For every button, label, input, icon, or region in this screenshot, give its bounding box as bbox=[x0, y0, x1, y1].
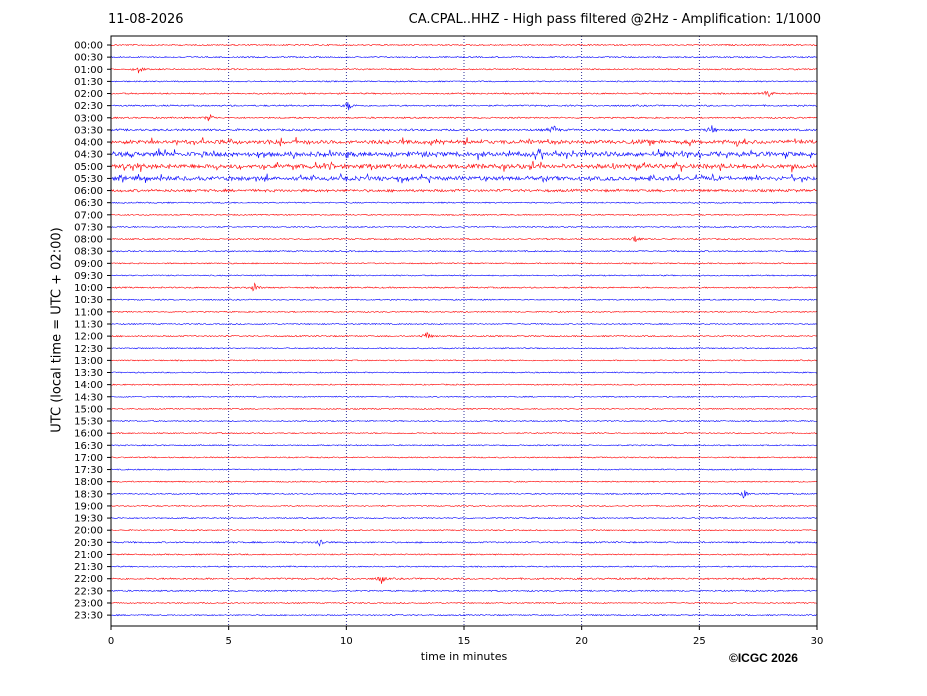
y-tick-label: 23:00 bbox=[74, 598, 103, 609]
trace-1930 bbox=[110, 516, 818, 520]
y-tick-label: 17:30 bbox=[74, 465, 103, 476]
trace-0730 bbox=[110, 225, 818, 229]
y-tick-label: 07:30 bbox=[74, 222, 103, 233]
y-tick-label: 13:00 bbox=[74, 356, 103, 367]
x-tick-label: 30 bbox=[811, 636, 824, 647]
trace-0900 bbox=[110, 262, 817, 265]
y-tick-label: 22:30 bbox=[74, 586, 103, 597]
y-tick-label: 01:00 bbox=[74, 65, 103, 76]
y-tick-label: 05:30 bbox=[74, 174, 103, 185]
trace-2300 bbox=[110, 601, 818, 605]
trace-2100 bbox=[110, 553, 818, 556]
y-tick-label: 06:00 bbox=[74, 186, 103, 197]
x-tick-label: 0 bbox=[108, 636, 114, 647]
trace-2130 bbox=[110, 565, 818, 568]
y-tick-label: 09:00 bbox=[74, 259, 103, 270]
trace-2230 bbox=[110, 589, 818, 593]
x-tick-label: 15 bbox=[458, 636, 471, 647]
y-tick-label: 06:30 bbox=[74, 198, 103, 209]
y-tick-label: 11:00 bbox=[74, 307, 103, 318]
y-tick-label: 15:30 bbox=[74, 417, 103, 428]
y-tick-label: 08:30 bbox=[74, 247, 103, 258]
y-tick-label: 00:30 bbox=[74, 53, 103, 64]
y-tick-label: 10:00 bbox=[74, 283, 103, 294]
trace-0700 bbox=[110, 213, 818, 216]
trace-0830 bbox=[110, 249, 818, 253]
y-tick-label: 03:00 bbox=[74, 113, 103, 124]
y-tick-label: 16:00 bbox=[74, 429, 103, 440]
y-tick-label: 19:30 bbox=[74, 514, 103, 525]
trace-1100 bbox=[111, 310, 818, 313]
y-tick-label: 17:00 bbox=[74, 453, 103, 464]
y-tick-label: 18:00 bbox=[74, 477, 103, 488]
y-tick-label: 14:30 bbox=[74, 392, 103, 403]
y-tick-label: 02:00 bbox=[74, 89, 103, 100]
y-tick-label: 10:30 bbox=[74, 295, 103, 306]
x-tick-label: 20 bbox=[575, 636, 588, 647]
y-tick-label: 12:30 bbox=[74, 344, 103, 355]
y-tick-label: 12:00 bbox=[74, 332, 103, 343]
y-tick-label: 19:00 bbox=[74, 501, 103, 512]
y-tick-label: 14:00 bbox=[74, 380, 103, 391]
y-tick-label: 11:30 bbox=[74, 319, 103, 330]
x-tick-label: 5 bbox=[225, 636, 231, 647]
y-tick-label: 08:00 bbox=[74, 235, 103, 246]
y-tick-label: 05:00 bbox=[74, 162, 103, 173]
y-tick-label: 21:30 bbox=[74, 562, 103, 573]
trace-0530 bbox=[110, 172, 818, 184]
y-tick-label: 00:00 bbox=[74, 41, 103, 52]
y-tick-label: 15:00 bbox=[74, 404, 103, 415]
y-tick-label: 03:30 bbox=[74, 125, 103, 136]
trace-0200 bbox=[110, 90, 818, 98]
trace-1030 bbox=[110, 298, 818, 301]
helicorder-plot: 00:0000:3001:0001:3002:0002:3003:0003:30… bbox=[74, 35, 824, 647]
trace-2000 bbox=[110, 529, 818, 532]
trace-0930 bbox=[110, 274, 818, 277]
y-tick-label: 16:30 bbox=[74, 441, 103, 452]
y-tick-label: 09:30 bbox=[74, 271, 103, 282]
y-tick-label: 21:00 bbox=[74, 550, 103, 561]
y-tick-label: 04:00 bbox=[74, 138, 103, 149]
y-tick-label: 18:30 bbox=[74, 489, 103, 500]
trace-1900 bbox=[110, 504, 817, 508]
trace-1000 bbox=[110, 282, 818, 292]
y-tick-label: 07:00 bbox=[74, 210, 103, 221]
y-tick-label: 01:30 bbox=[74, 77, 103, 88]
trace-1830 bbox=[110, 490, 818, 499]
trace-1800 bbox=[110, 480, 818, 483]
trace-0630 bbox=[110, 201, 817, 204]
y-tick-label: 02:30 bbox=[74, 101, 103, 112]
trace-1730 bbox=[110, 468, 818, 471]
y-tick-label: 04:30 bbox=[74, 150, 103, 161]
y-tick-label: 20:30 bbox=[74, 538, 103, 549]
y-tick-label: 23:30 bbox=[74, 611, 103, 622]
y-tick-label: 22:00 bbox=[74, 574, 103, 585]
y-tick-label: 13:30 bbox=[74, 368, 103, 379]
x-tick-label: 25 bbox=[693, 636, 706, 647]
y-tick-label: 20:00 bbox=[74, 526, 103, 537]
x-tick-label: 10 bbox=[340, 636, 353, 647]
